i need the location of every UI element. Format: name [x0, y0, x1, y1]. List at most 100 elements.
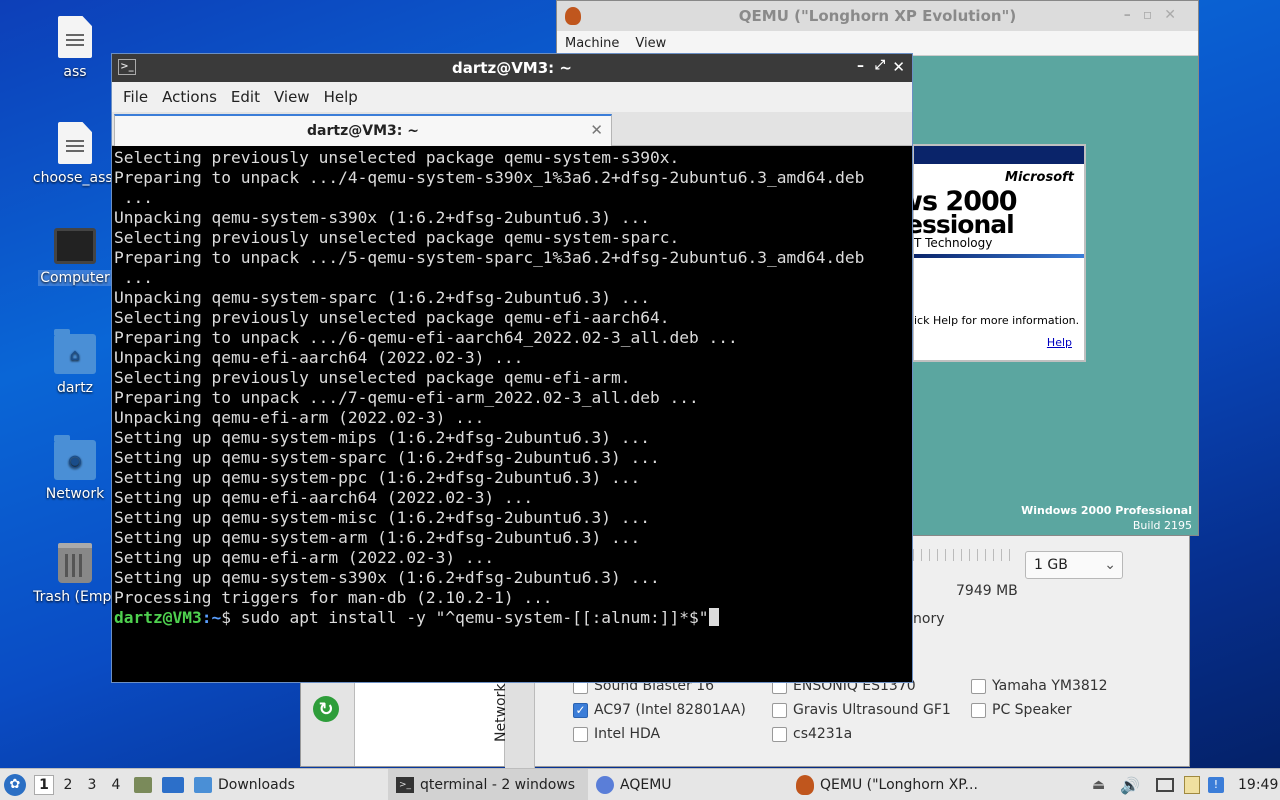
- workspace-1[interactable]: 1: [34, 775, 54, 795]
- folder-icon: [194, 777, 212, 793]
- clock-time: 19:49: [1238, 777, 1279, 793]
- quicklaunch-desktop[interactable]: [162, 769, 184, 800]
- terminal-line: Selecting previously unselected package …: [114, 148, 680, 167]
- desktop-icon-label: ass: [63, 64, 87, 80]
- quicklaunch-files[interactable]: [134, 769, 152, 800]
- checkbox-checked[interactable]: ✓: [573, 702, 588, 718]
- menu-actions[interactable]: Actions: [155, 88, 224, 106]
- desktop-icon-label: Computer: [38, 270, 112, 286]
- terminal-tab[interactable]: dartz@VM3: ~ ✕: [114, 114, 612, 146]
- desktop-icon-label: Trash (Empt: [33, 589, 117, 605]
- tray-clipboard[interactable]: [1184, 769, 1200, 800]
- help-text: ick Help for more information.: [914, 314, 1080, 327]
- brand-text: Microsoft: [1005, 170, 1074, 185]
- tray-notifications[interactable]: !: [1208, 769, 1224, 800]
- checkbox[interactable]: [971, 678, 986, 694]
- memory-slider[interactable]: [913, 549, 1013, 561]
- network-folder-icon: ◉: [54, 435, 96, 480]
- product-text-2: essional: [906, 210, 1015, 239]
- task-qterminal[interactable]: >_ qterminal - 2 windows: [388, 769, 588, 800]
- desktop-icon-label: choose_ass.: [32, 170, 118, 186]
- qemu-titlebar[interactable]: QEMU ("Longhorn XP Evolution") –▫✕: [557, 1, 1198, 31]
- checkbox[interactable]: [772, 726, 787, 742]
- terminal-line: Processing triggers for man-db (2.10.2-1…: [114, 588, 553, 607]
- menu-help[interactable]: Help: [317, 88, 365, 106]
- task-aqemu[interactable]: AQEMU: [596, 769, 672, 800]
- tab-close-icon[interactable]: ✕: [590, 121, 603, 139]
- checkbox-label: cs4231a: [793, 726, 853, 742]
- tray-network[interactable]: [1156, 769, 1174, 800]
- clock[interactable]: 19:49: [1238, 769, 1278, 800]
- terminal-line: Setting up qemu-system-mips (1:6.2+dfsg-…: [114, 428, 651, 447]
- checkbox[interactable]: [573, 726, 588, 742]
- checkbox[interactable]: [971, 702, 986, 718]
- terminal-line: Selecting previously unselected package …: [114, 228, 680, 247]
- network-icon: [1156, 778, 1174, 792]
- terminal-line: Setting up qemu-efi-aarch64 (2022.02-3) …: [114, 488, 534, 507]
- terminal-output[interactable]: Selecting previously unselected package …: [112, 146, 912, 682]
- help-link[interactable]: Help: [1047, 336, 1072, 349]
- terminal-prompt-line[interactable]: dartz@VM3:~$ sudo apt install -y "^qemu-…: [114, 608, 910, 628]
- sound-card-hda[interactable]: Intel HDA: [573, 726, 660, 742]
- menu-view[interactable]: View: [635, 36, 666, 51]
- aqemu-icon: [596, 776, 614, 794]
- minimize-icon[interactable]: –: [857, 58, 864, 74]
- terminal-line: Preparing to unpack .../5-qemu-system-sp…: [114, 248, 865, 267]
- sound-card-cs4231a[interactable]: cs4231a: [772, 726, 852, 742]
- terminal-icon: >_: [396, 777, 414, 793]
- checkbox[interactable]: [772, 702, 787, 718]
- tray-eject[interactable]: ⏏: [1092, 769, 1105, 800]
- workspace-4[interactable]: 4: [106, 775, 126, 795]
- tray-volume[interactable]: 🔊: [1120, 769, 1140, 800]
- terminal-window-title: dartz@VM3: ~: [452, 59, 572, 77]
- sound-card-gus[interactable]: Gravis Ultrasound GF1: [772, 702, 951, 718]
- start-menu-button[interactable]: ✿: [4, 769, 26, 800]
- close-icon[interactable]: ✕: [892, 58, 905, 76]
- refresh-icon[interactable]: ↻: [313, 696, 339, 722]
- tab-network-label: Network: [493, 683, 509, 742]
- memory-select-value: 1 GB: [1034, 557, 1068, 573]
- task-qemu[interactable]: QEMU ("Longhorn XP...: [796, 769, 978, 800]
- downloads-label: Downloads: [218, 777, 295, 793]
- terminal-line: Setting up qemu-system-sparc (1:6.2+dfsg…: [114, 448, 660, 467]
- maximize-icon[interactable]: ⤢: [875, 58, 885, 73]
- sound-card-ym3812[interactable]: Yamaha YM3812: [971, 678, 1108, 694]
- desktop-icon-label: dartz: [56, 380, 94, 396]
- clipboard-icon: [1184, 776, 1200, 794]
- watermark-line1: Windows 2000 Professional: [1021, 504, 1192, 517]
- memory-select[interactable]: 1 GB ⌄: [1025, 551, 1123, 579]
- text-file-icon: [58, 16, 92, 58]
- window-controls: –▫✕: [1123, 7, 1188, 23]
- sound-card-ac97[interactable]: ✓ AC97 (Intel 82801AA): [573, 702, 746, 718]
- prompt-path: :~: [201, 608, 222, 627]
- tech-text: T Technology: [914, 236, 993, 250]
- terminal-line: Unpacking qemu-system-s390x (1:6.2+dfsg-…: [114, 208, 651, 227]
- menu-file[interactable]: File: [116, 88, 155, 106]
- terminal-line: Unpacking qemu-efi-arm (2022.02-3) ...: [114, 408, 485, 427]
- volume-icon: 🔊: [1120, 775, 1140, 795]
- workspace-3[interactable]: 3: [82, 775, 102, 795]
- sound-card-pcspk[interactable]: PC Speaker: [971, 702, 1072, 718]
- notification-icon: !: [1208, 777, 1224, 793]
- computer-icon: [54, 228, 96, 264]
- eject-icon: ⏏: [1092, 777, 1106, 793]
- trash-icon: [58, 543, 92, 583]
- terminal-line: Preparing to unpack .../7-qemu-efi-arm_2…: [114, 388, 699, 407]
- checkbox-label: AC97 (Intel 82801AA): [594, 702, 746, 718]
- watermark-line2: Build 2195: [1132, 519, 1192, 532]
- terminal-line: Setting up qemu-system-s390x (1:6.2+dfsg…: [114, 568, 660, 587]
- menu-edit[interactable]: Edit: [224, 88, 267, 106]
- terminal-line: Unpacking qemu-efi-aarch64 (2022.02-3) .…: [114, 348, 524, 367]
- downloads-button[interactable]: Downloads: [194, 769, 295, 800]
- terminal-titlebar[interactable]: >_ dartz@VM3: ~ – ⤢ ✕: [112, 54, 912, 82]
- terminal-line: Selecting previously unselected package …: [114, 308, 670, 327]
- home-folder-icon: ⌂: [54, 329, 96, 374]
- checkbox-label: Intel HDA: [594, 726, 661, 742]
- terminal-window[interactable]: >_ dartz@VM3: ~ – ⤢ ✕ File Actions Edit …: [111, 53, 913, 683]
- prompt-user: dartz@VM3: [114, 608, 202, 627]
- workspace-2[interactable]: 2: [58, 775, 78, 795]
- menu-machine[interactable]: Machine: [565, 36, 619, 51]
- text-file-icon: [58, 122, 92, 164]
- menu-view[interactable]: View: [267, 88, 317, 106]
- desktop-icon-label: Network: [45, 486, 105, 502]
